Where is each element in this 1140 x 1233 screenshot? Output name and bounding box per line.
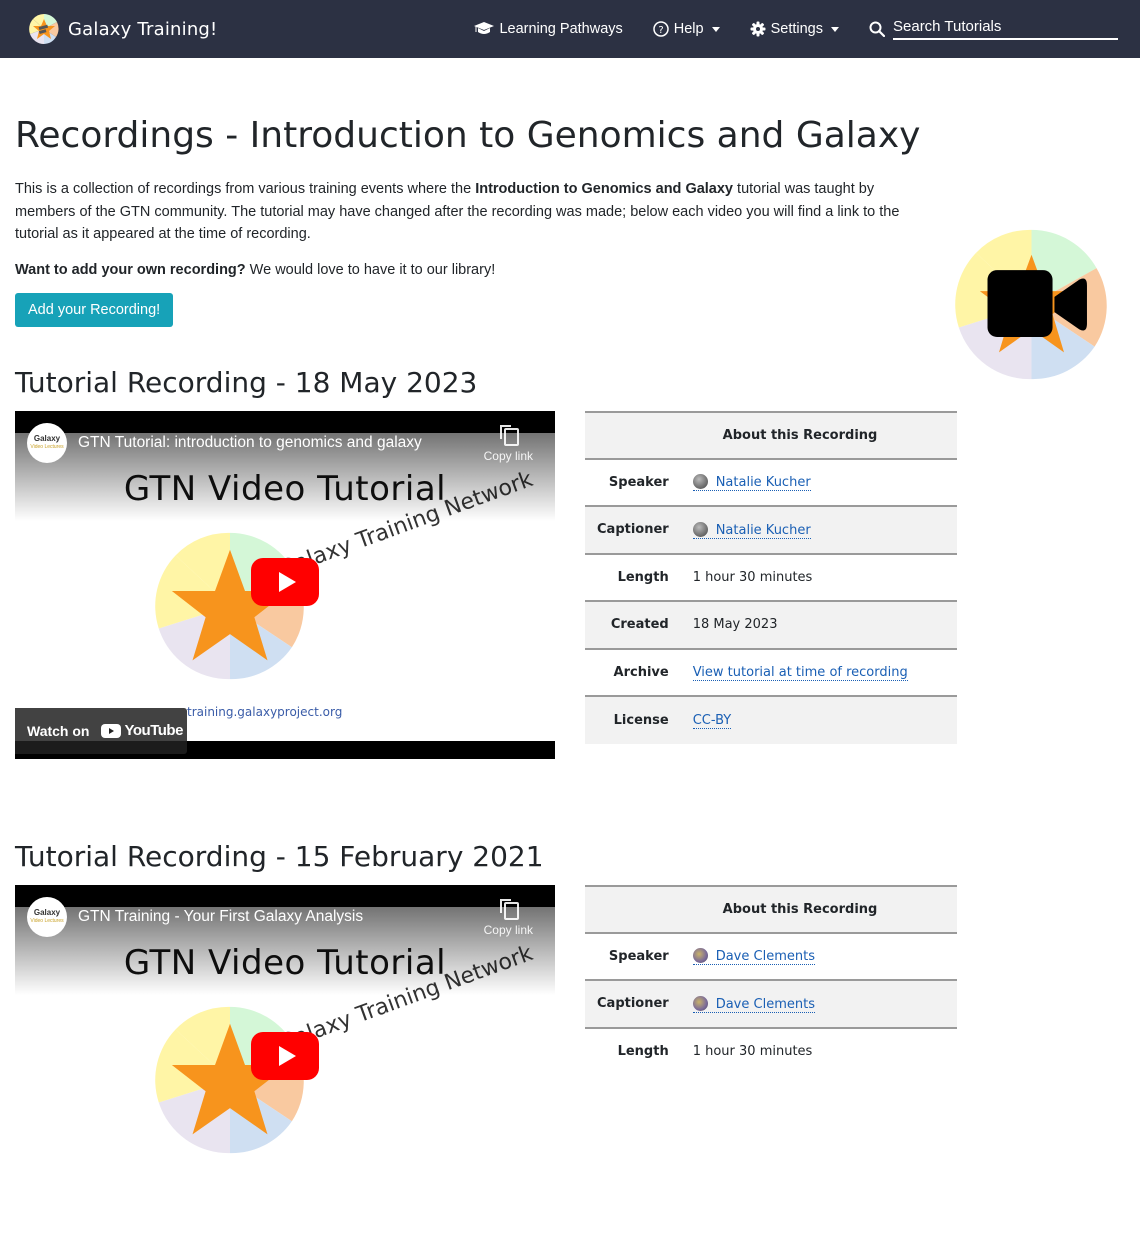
nav-settings-label: Settings [770,21,823,37]
table-row: Speaker Natalie Kucher [585,457,957,506]
speaker-link[interactable]: Dave Clements [692,948,815,966]
video-title[interactable]: GTN Tutorial: introduction to genomics a… [78,434,468,452]
row-label: Speaker [585,457,681,506]
speaker-link[interactable]: Natalie Kucher [692,474,811,492]
recording-info-table: About this Recording Speaker Dave Clement… [585,884,957,1075]
avatar [692,474,708,490]
watch-on-youtube-button[interactable]: Watch on YouTube [15,707,187,754]
play-button[interactable] [251,1031,319,1080]
brand-title: Galaxy Training! [68,18,218,40]
gtn-logo-icon [155,1006,304,1153]
length-value: 1 hour 30 minutes [680,552,957,601]
captioner-link[interactable]: Natalie Kucher [692,521,811,539]
row-label: Speaker [585,931,681,980]
table-row: Created 18 May 2023 [585,600,957,649]
row-label: Captioner [585,979,681,1028]
main-content: Recordings - Introduction to Genomics an… [0,112,1140,1233]
table-row: Length 1 hour 30 minutes [585,1026,957,1075]
recording-heading: Tutorial Recording - 15 February 2021 [15,839,544,873]
play-button[interactable] [251,557,319,606]
row-label: Length [585,552,681,601]
add-recording-question: Want to add your own recording? [15,261,246,278]
table-header: About this Recording [585,884,957,933]
row-label: Captioner [585,505,681,554]
nav-settings-dropdown[interactable]: Settings [750,21,839,37]
row-label: Created [585,600,681,649]
search-input[interactable] [893,18,1118,40]
recording-info-table: About this Recording Speaker Natalie Kuch… [585,410,957,744]
avatar [692,521,708,537]
table-row: Captioner Natalie Kucher [585,505,957,554]
copy-link-button[interactable]: Copy link [484,898,533,937]
archive-link[interactable]: View tutorial at time of recording [692,664,908,681]
table-row: Length 1 hour 30 minutes [585,552,957,601]
channel-avatar[interactable]: Galaxy Video Lectures [27,896,67,937]
table-row: Captioner Dave Clements [585,979,957,1028]
intro-text: This is a collection of recordings from … [15,181,476,197]
table-row: Speaker Dave Clements [585,931,957,980]
page-title: Recordings - Introduction to Genomics an… [15,115,921,156]
recording-section: Tutorial Recording - 15 February 2021 GT… [15,839,1125,1233]
youtube-video-embed[interactable]: GTN Video Tutorial Galaxy Training Netwo… [15,884,555,1233]
row-label: Archive [585,647,681,696]
license-link[interactable]: CC-BY [692,712,732,729]
row-label: Length [585,1026,681,1075]
video-title[interactable]: GTN Training - Your First Galaxy Analysi… [78,908,468,926]
intro-paragraph: This is a collection of recordings from … [15,178,935,246]
table-row: Archive View tutorial at time of recordin… [585,647,957,696]
question-circle-icon: ? [653,21,669,37]
copy-link-button[interactable]: Copy link [484,424,533,463]
row-label: License [585,695,681,744]
intro-tutorial-name: Introduction to Genomics and Galaxy [475,181,734,197]
length-value: 1 hour 30 minutes [680,1026,957,1075]
gtn-logo-icon [155,532,304,679]
captioner-link[interactable]: Dave Clements [692,995,815,1013]
brand-link[interactable]: Galaxy Training! [28,13,217,45]
chevron-down-icon [711,26,720,32]
youtube-logo: YouTube [101,722,183,739]
search-box [869,18,1118,40]
video-camera-icon [955,229,1107,380]
avatar [692,948,708,964]
gear-icon [750,21,766,37]
recording-section: Tutorial Recording - 18 May 2023 GTN Vid… [15,365,1125,759]
chevron-down-icon [831,26,839,32]
table-header: About this Recording [585,410,957,459]
nav-help-label: Help [673,21,704,37]
search-icon [869,21,885,37]
gtn-logo-icon [29,14,59,44]
channel-avatar[interactable]: Galaxy Video Lectures [27,422,67,463]
add-recording-button[interactable]: Add your Recording! [15,292,174,327]
youtube-video-embed[interactable]: GTN Video Tutorial Galaxy Training Netwo… [15,410,555,759]
avatar [692,995,708,1011]
graduation-cap-icon [474,22,495,34]
table-row: License CC-BY [585,695,957,744]
svg-text:?: ? [658,25,663,36]
copy-icon [500,898,520,920]
add-recording-text: We would love to have it to our library! [245,261,496,278]
created-value: 18 May 2023 [680,600,957,649]
nav-learning-pathways[interactable]: Learning Pathways [474,21,623,37]
nav-learning-pathways-label: Learning Pathways [499,21,623,37]
nav-help-dropdown[interactable]: ? Help [653,21,720,37]
navbar: Galaxy Training! Learning Pathways ? Hel… [0,0,1140,58]
copy-icon [500,424,520,446]
slide-url: training.galaxyproject.org [187,704,343,719]
youtube-play-icon [101,723,122,738]
